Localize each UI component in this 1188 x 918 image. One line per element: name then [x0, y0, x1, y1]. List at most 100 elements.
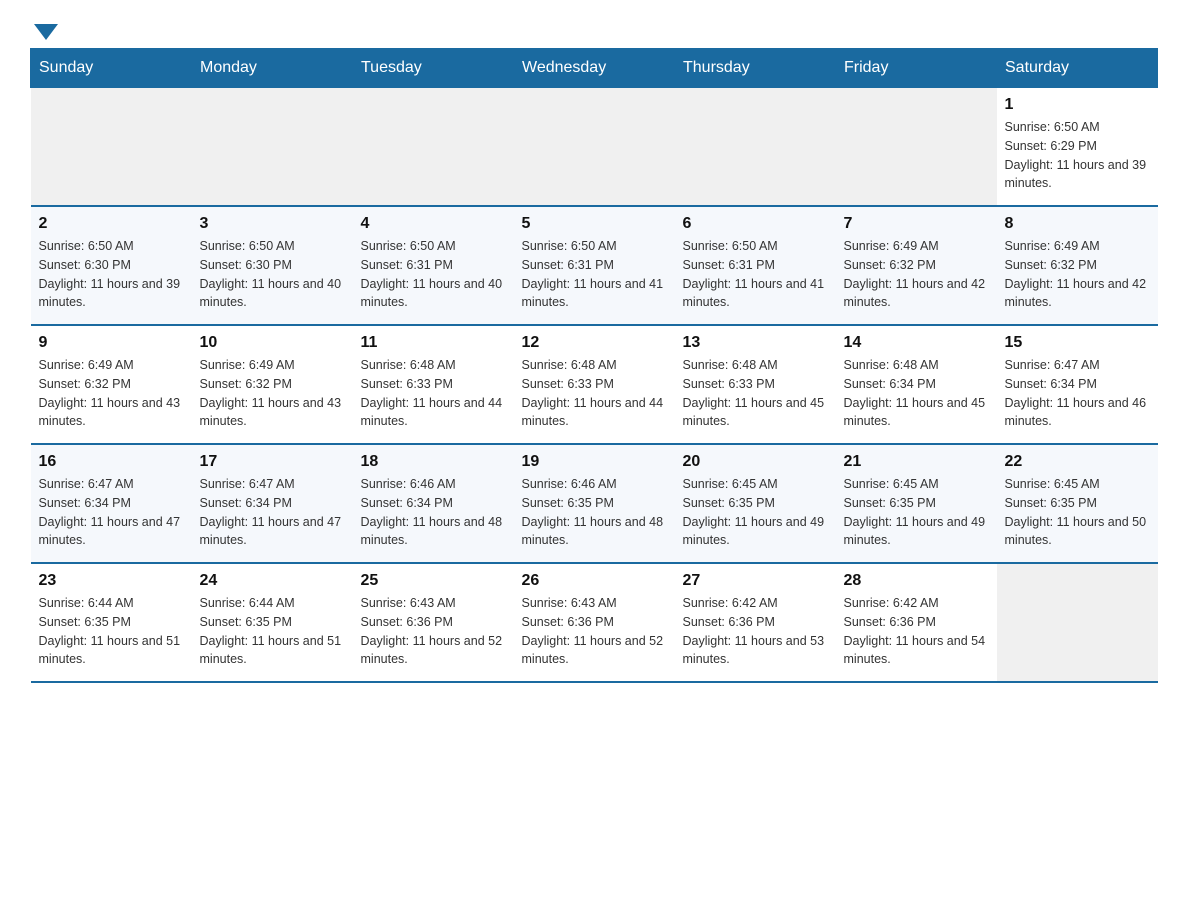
day-info: Sunrise: 6:50 AM Sunset: 6:30 PM Dayligh…: [39, 237, 184, 312]
calendar-cell: 8 Sunrise: 6:49 AM Sunset: 6:32 PM Daylig…: [997, 206, 1158, 325]
day-number: 7: [844, 215, 989, 233]
calendar-cell: [514, 88, 675, 207]
day-info: Sunrise: 6:44 AM Sunset: 6:35 PM Dayligh…: [39, 594, 184, 669]
day-number: 6: [683, 215, 828, 233]
page-header: [30, 20, 1158, 38]
day-number: 27: [683, 572, 828, 590]
day-info: Sunrise: 6:50 AM Sunset: 6:30 PM Dayligh…: [200, 237, 345, 312]
calendar-cell: 6Sunrise: 6:50 AM Sunset: 6:31 PM Daylig…: [675, 206, 836, 325]
calendar-cell: 12 Sunrise: 6:48 AM Sunset: 6:33 PM Dayli…: [514, 325, 675, 444]
column-header-sunday: Sunday: [31, 49, 192, 88]
day-info: Sunrise: 6:42 AM Sunset: 6:36 PM Dayligh…: [844, 594, 989, 669]
calendar-cell: 14 Sunrise: 6:48 AM Sunset: 6:34 PM Dayli…: [836, 325, 997, 444]
calendar-week-row: 16 Sunrise: 6:47 AM Sunset: 6:34 PM Dayli…: [31, 444, 1158, 563]
calendar-cell: [675, 88, 836, 207]
day-number: 21: [844, 453, 989, 471]
day-info: Sunrise: 6:49 AM Sunset: 6:32 PM Dayligh…: [844, 237, 989, 312]
day-number: 14: [844, 334, 989, 352]
day-number: 2: [39, 215, 184, 233]
day-info: Sunrise: 6:43 AM Sunset: 6:36 PM Dayligh…: [522, 594, 667, 669]
calendar-cell: 25 Sunrise: 6:43 AM Sunset: 6:36 PM Dayli…: [353, 563, 514, 682]
calendar-cell: 24 Sunrise: 6:44 AM Sunset: 6:35 PM Dayli…: [192, 563, 353, 682]
day-number: 22: [1005, 453, 1150, 471]
column-header-monday: Monday: [192, 49, 353, 88]
calendar-cell: 17 Sunrise: 6:47 AM Sunset: 6:34 PM Dayli…: [192, 444, 353, 563]
day-number: 25: [361, 572, 506, 590]
day-number: 24: [200, 572, 345, 590]
calendar-cell: 26 Sunrise: 6:43 AM Sunset: 6:36 PM Dayli…: [514, 563, 675, 682]
column-header-wednesday: Wednesday: [514, 49, 675, 88]
day-info: Sunrise: 6:45 AM Sunset: 6:35 PM Dayligh…: [683, 475, 828, 550]
day-number: 4: [361, 215, 506, 233]
calendar-cell: 18 Sunrise: 6:46 AM Sunset: 6:34 PM Dayli…: [353, 444, 514, 563]
logo: [30, 20, 58, 38]
day-info: Sunrise: 6:44 AM Sunset: 6:35 PM Dayligh…: [200, 594, 345, 669]
calendar-cell: 15 Sunrise: 6:47 AM Sunset: 6:34 PM Dayli…: [997, 325, 1158, 444]
day-info: Sunrise: 6:48 AM Sunset: 6:34 PM Dayligh…: [844, 356, 989, 431]
day-info: Sunrise: 6:47 AM Sunset: 6:34 PM Dayligh…: [200, 475, 345, 550]
column-header-saturday: Saturday: [997, 49, 1158, 88]
calendar-cell: 27Sunrise: 6:42 AM Sunset: 6:36 PM Dayli…: [675, 563, 836, 682]
day-info: Sunrise: 6:49 AM Sunset: 6:32 PM Dayligh…: [1005, 237, 1150, 312]
calendar-cell: 7 Sunrise: 6:49 AM Sunset: 6:32 PM Daylig…: [836, 206, 997, 325]
day-info: Sunrise: 6:43 AM Sunset: 6:36 PM Dayligh…: [361, 594, 506, 669]
calendar-week-row: 2 Sunrise: 6:50 AM Sunset: 6:30 PM Daylig…: [31, 206, 1158, 325]
day-number: 15: [1005, 334, 1150, 352]
day-info: Sunrise: 6:48 AM Sunset: 6:33 PM Dayligh…: [361, 356, 506, 431]
day-number: 19: [522, 453, 667, 471]
calendar-cell: [192, 88, 353, 207]
calendar-cell: 13 Sunrise: 6:48 AM Sunset: 6:33 PM Dayli…: [675, 325, 836, 444]
day-number: 5: [522, 215, 667, 233]
calendar-week-row: 1 Sunrise: 6:50 AM Sunset: 6:29 PM Daylig…: [31, 88, 1158, 207]
day-number: 17: [200, 453, 345, 471]
calendar-cell: 5 Sunrise: 6:50 AM Sunset: 6:31 PM Daylig…: [514, 206, 675, 325]
day-info: Sunrise: 6:48 AM Sunset: 6:33 PM Dayligh…: [683, 356, 828, 431]
calendar-cell: 21 Sunrise: 6:45 AM Sunset: 6:35 PM Dayli…: [836, 444, 997, 563]
calendar-cell: 16 Sunrise: 6:47 AM Sunset: 6:34 PM Dayli…: [31, 444, 192, 563]
calendar-cell: 10 Sunrise: 6:49 AM Sunset: 6:32 PM Dayli…: [192, 325, 353, 444]
day-number: 16: [39, 453, 184, 471]
day-info: Sunrise: 6:49 AM Sunset: 6:32 PM Dayligh…: [200, 356, 345, 431]
calendar-cell: [353, 88, 514, 207]
column-header-thursday: Thursday: [675, 49, 836, 88]
calendar-table: SundayMondayTuesdayWednesdayThursdayFrid…: [30, 48, 1158, 683]
day-number: 10: [200, 334, 345, 352]
calendar-cell: 1 Sunrise: 6:50 AM Sunset: 6:29 PM Daylig…: [997, 88, 1158, 207]
day-number: 11: [361, 334, 506, 352]
calendar-cell: 4 Sunrise: 6:50 AM Sunset: 6:31 PM Daylig…: [353, 206, 514, 325]
day-number: 28: [844, 572, 989, 590]
day-number: 12: [522, 334, 667, 352]
day-info: Sunrise: 6:46 AM Sunset: 6:35 PM Dayligh…: [522, 475, 667, 550]
day-number: 23: [39, 572, 184, 590]
calendar-cell: 9 Sunrise: 6:49 AM Sunset: 6:32 PM Daylig…: [31, 325, 192, 444]
calendar-cell: 23 Sunrise: 6:44 AM Sunset: 6:35 PM Dayli…: [31, 563, 192, 682]
column-header-tuesday: Tuesday: [353, 49, 514, 88]
day-info: Sunrise: 6:48 AM Sunset: 6:33 PM Dayligh…: [522, 356, 667, 431]
calendar-cell: 2 Sunrise: 6:50 AM Sunset: 6:30 PM Daylig…: [31, 206, 192, 325]
day-number: 8: [1005, 215, 1150, 233]
day-number: 13: [683, 334, 828, 352]
day-info: Sunrise: 6:49 AM Sunset: 6:32 PM Dayligh…: [39, 356, 184, 431]
day-info: Sunrise: 6:50 AM Sunset: 6:31 PM Dayligh…: [522, 237, 667, 312]
calendar-cell: 28 Sunrise: 6:42 AM Sunset: 6:36 PM Dayli…: [836, 563, 997, 682]
day-info: Sunrise: 6:46 AM Sunset: 6:34 PM Dayligh…: [361, 475, 506, 550]
calendar-cell: [997, 563, 1158, 682]
calendar-cell: 20 Sunrise: 6:45 AM Sunset: 6:35 PM Dayli…: [675, 444, 836, 563]
column-header-friday: Friday: [836, 49, 997, 88]
calendar-cell: [31, 88, 192, 207]
day-info: Sunrise: 6:47 AM Sunset: 6:34 PM Dayligh…: [1005, 356, 1150, 431]
calendar-cell: [836, 88, 997, 207]
day-number: 26: [522, 572, 667, 590]
day-info: Sunrise: 6:50 AM Sunset: 6:31 PM Dayligh…: [361, 237, 506, 312]
day-info: Sunrise: 6:50 AM Sunset: 6:29 PM Dayligh…: [1005, 118, 1150, 193]
calendar-cell: 3Sunrise: 6:50 AM Sunset: 6:30 PM Daylig…: [192, 206, 353, 325]
calendar-cell: 11 Sunrise: 6:48 AM Sunset: 6:33 PM Dayli…: [353, 325, 514, 444]
day-info: Sunrise: 6:45 AM Sunset: 6:35 PM Dayligh…: [844, 475, 989, 550]
day-info: Sunrise: 6:47 AM Sunset: 6:34 PM Dayligh…: [39, 475, 184, 550]
day-number: 1: [1005, 96, 1150, 114]
day-number: 18: [361, 453, 506, 471]
day-info: Sunrise: 6:45 AM Sunset: 6:35 PM Dayligh…: [1005, 475, 1150, 550]
calendar-cell: 19 Sunrise: 6:46 AM Sunset: 6:35 PM Dayli…: [514, 444, 675, 563]
day-number: 9: [39, 334, 184, 352]
day-number: 20: [683, 453, 828, 471]
